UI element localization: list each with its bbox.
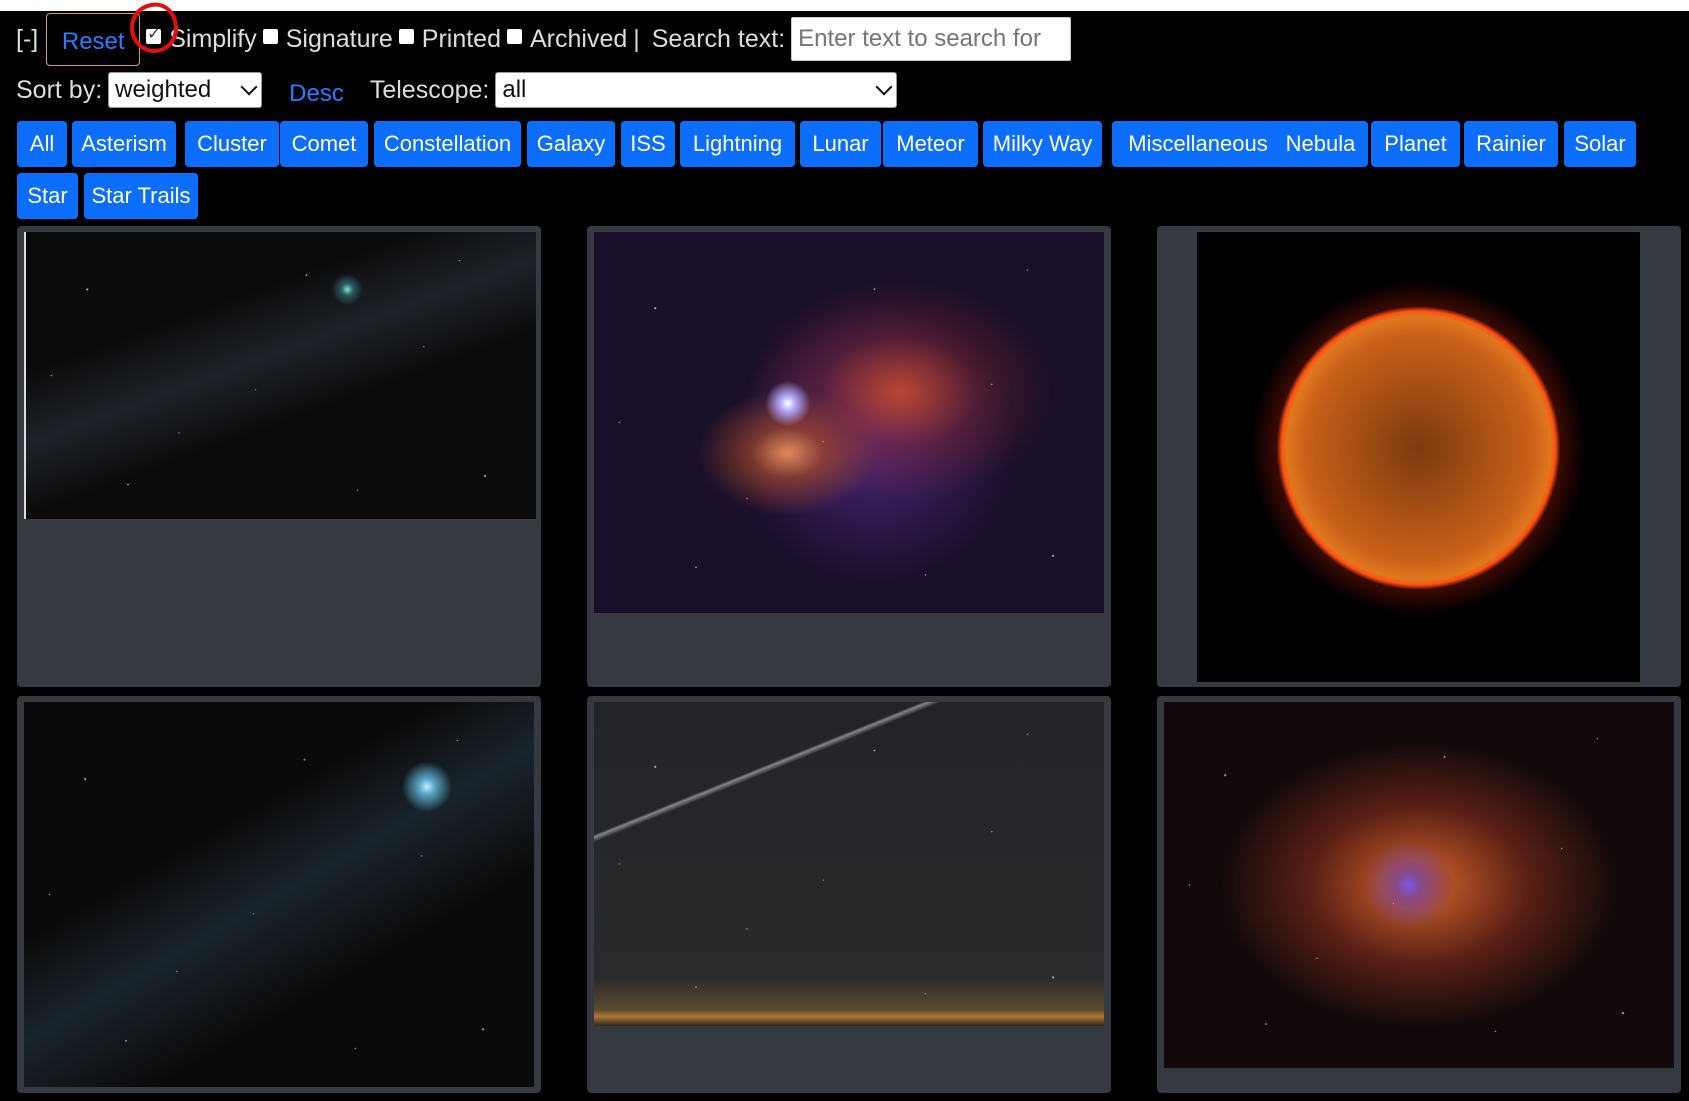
category-constellation-button[interactable]: Constellation [374, 121, 521, 167]
sort-select[interactable]: weighted [108, 72, 263, 108]
sort-toolbar: Sort by: weighted Desc Telescope: all [16, 70, 898, 110]
telescope-select[interactable]: all [495, 72, 898, 108]
category-star-trails-button[interactable]: Star Trails [84, 173, 198, 219]
sort-order-link[interactable]: Desc [289, 72, 344, 108]
heart-nebula-image[interactable] [1164, 702, 1674, 1068]
filter-toolbar: [-] Reset Simplify Signature Printed Arc… [16, 11, 1072, 67]
browser-top-strip [0, 0, 1689, 11]
category-lunar-button[interactable]: Lunar [800, 121, 881, 167]
category-planet-button[interactable]: Planet [1371, 121, 1460, 167]
signature-label: Signature [285, 24, 393, 53]
collapse-toggle[interactable]: [-] [16, 25, 38, 54]
telescope-label: Telescope: [369, 75, 490, 104]
gallery-card[interactable] [1157, 696, 1681, 1093]
signature-checkbox[interactable]: Signature [262, 24, 393, 54]
gallery-card[interactable] [1157, 226, 1681, 687]
checkbox-icon[interactable] [506, 28, 522, 44]
telescope-value: all [502, 76, 527, 103]
search-input[interactable] [791, 17, 1072, 61]
horsehead-flame-nebula-image[interactable] [594, 232, 1104, 613]
category-asterism-button[interactable]: Asterism [72, 121, 176, 167]
search-label: Search text: [651, 24, 786, 53]
checkbox-icon[interactable] [398, 28, 414, 44]
gallery-card[interactable] [587, 696, 1111, 1093]
sun-image[interactable] [1197, 232, 1640, 682]
archived-label: Archived [529, 24, 628, 53]
comet-image[interactable] [24, 702, 534, 1087]
printed-checkbox[interactable]: Printed [398, 24, 501, 54]
gallery-card[interactable] [587, 226, 1111, 687]
printed-label: Printed [421, 24, 501, 53]
chevron-down-icon [240, 78, 258, 96]
category-milky-way-button[interactable]: Milky Way [983, 121, 1102, 167]
category-meteor-button[interactable]: Meteor [883, 121, 978, 167]
archived-checkbox[interactable]: Archived [506, 24, 628, 54]
category-lightning-button[interactable]: Lightning [680, 121, 795, 167]
category-rainier-button[interactable]: Rainier [1464, 121, 1558, 167]
sort-value: weighted [115, 76, 212, 103]
comet-image[interactable] [24, 232, 536, 519]
chevron-down-icon [875, 78, 893, 96]
category-star-button[interactable]: Star [17, 173, 78, 219]
gallery-card[interactable] [17, 696, 541, 1093]
reset-button[interactable]: Reset [46, 12, 141, 66]
category-nebula-button[interactable]: Nebula [1273, 121, 1368, 167]
gallery-card[interactable] [17, 226, 541, 687]
meteor-horizon-image[interactable] [594, 702, 1104, 1026]
checkbox-icon[interactable] [262, 28, 278, 44]
category-iss-button[interactable]: ISS [621, 121, 675, 167]
category-solar-button[interactable]: Solar [1564, 121, 1636, 167]
category-galaxy-button[interactable]: Galaxy [527, 121, 615, 167]
category-comet-button[interactable]: Comet [280, 121, 368, 167]
category-cluster-button[interactable]: Cluster [185, 121, 279, 167]
checkbox-checked-icon[interactable] [146, 24, 162, 44]
simplify-checkbox[interactable]: Simplify [146, 24, 257, 54]
simplify-label: Simplify [169, 24, 257, 53]
separator: | [633, 24, 640, 53]
sort-label: Sort by: [16, 75, 103, 104]
category-all-button[interactable]: All [17, 121, 67, 167]
category-miscellaneous-button[interactable]: Miscellaneous [1112, 121, 1284, 167]
